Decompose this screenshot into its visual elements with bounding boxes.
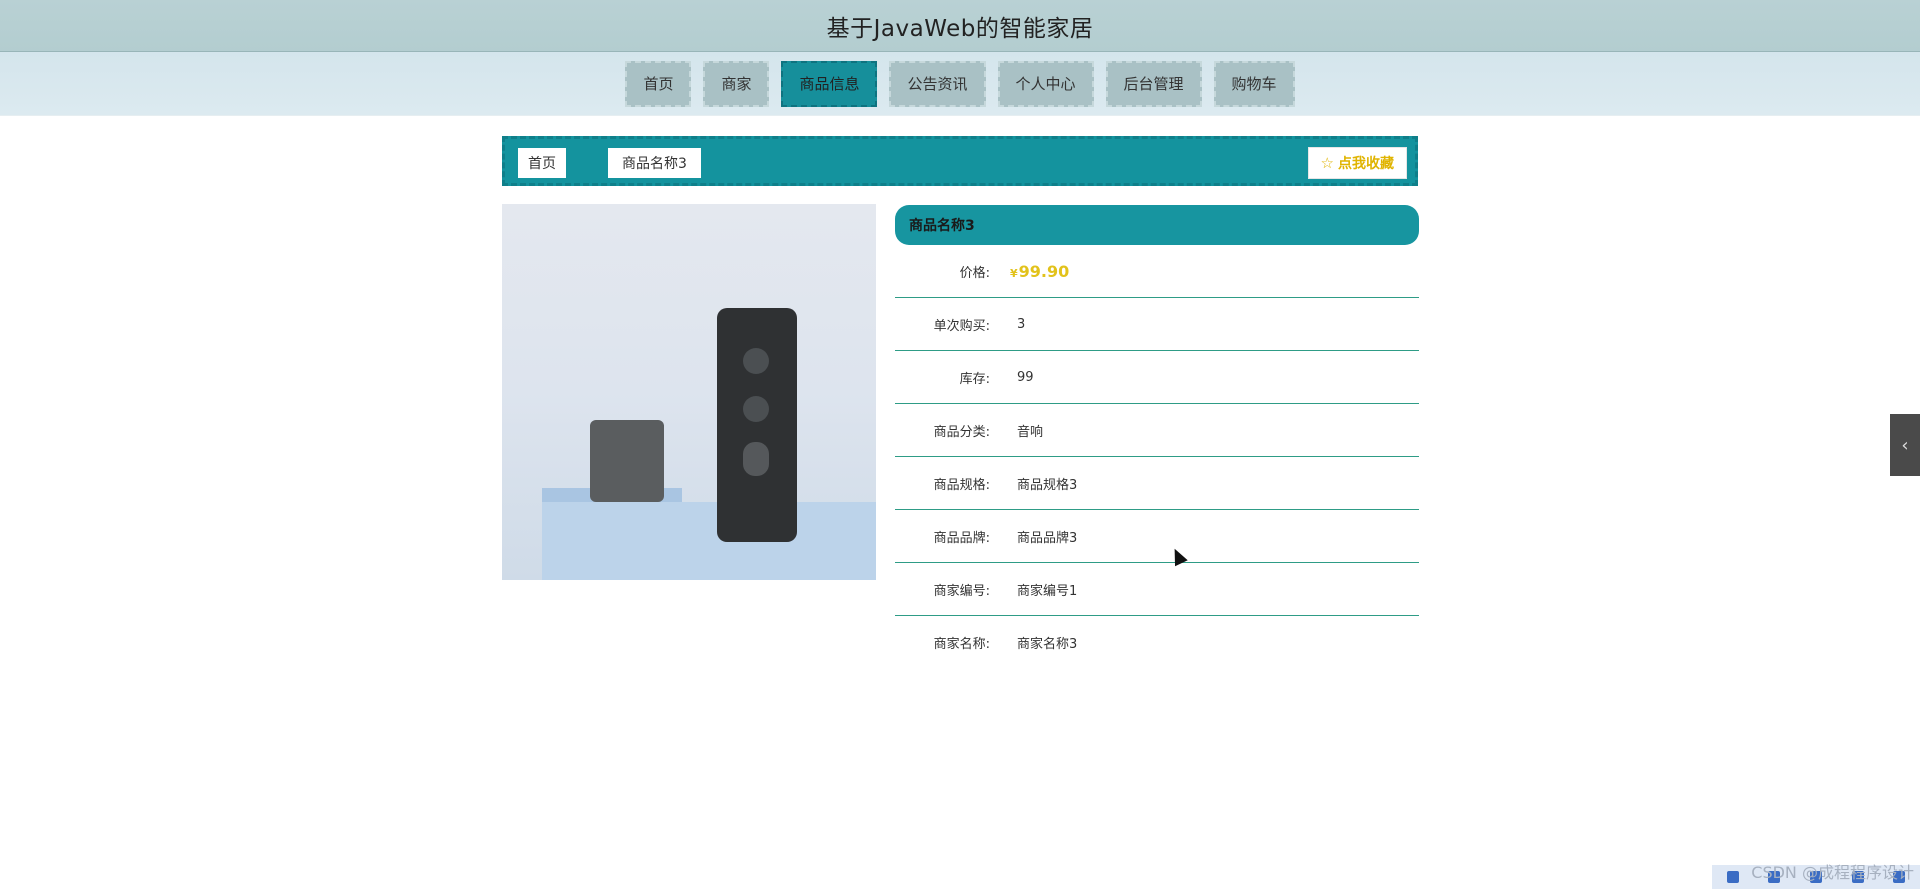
detail-value: 3 <box>1017 316 1026 332</box>
nav-item-news[interactable]: 公告资讯 <box>889 60 986 107</box>
product-image <box>502 204 876 580</box>
detail-row-stock: 库存: 99 <box>895 351 1419 404</box>
watermark: CSDN @成程程序设计 <box>1751 863 1914 882</box>
detail-value: 商家编号1 <box>1017 583 1078 599</box>
detail-row-spec: 商品规格: 商品规格3 <box>895 457 1419 510</box>
detail-value: 99 <box>1017 369 1034 385</box>
breadcrumb: 首页 商品名称3 ☆ 点我收藏 <box>502 136 1418 186</box>
detail-row-brand: 商品品牌: 商品品牌3 <box>895 510 1419 563</box>
detail-row-category: 商品分类: 音响 <box>895 404 1419 457</box>
detail-value: 商品规格3 <box>1017 477 1078 493</box>
detail-label: 商品品牌: <box>933 530 990 546</box>
product-detail: 商品名称3 价格: ¥99.90 单次购买: 3 库存: 99 商品分类: 音响… <box>895 205 1419 669</box>
product-title: 商品名称3 <box>895 205 1419 245</box>
favorite-button[interactable]: ☆ 点我收藏 <box>1307 147 1407 179</box>
product-image-stand <box>542 502 876 580</box>
chevron-left-icon: ‹ <box>1901 434 1909 456</box>
nav-item-cart[interactable]: 购物车 <box>1213 60 1295 107</box>
doorbell-sensor-icon <box>743 396 769 422</box>
detail-value: 商品品牌3 <box>1017 530 1078 546</box>
detail-label: 商品规格: <box>933 477 990 493</box>
product-image-chime <box>590 420 664 502</box>
detail-label: 库存: <box>959 371 990 387</box>
breadcrumb-home[interactable]: 首页 <box>518 148 566 178</box>
detail-row-merchant-name: 商家名称: 商家名称3 <box>895 616 1419 669</box>
detail-row-price: 价格: ¥99.90 <box>895 245 1419 298</box>
detail-row-merchant-id: 商家编号: 商家编号1 <box>895 563 1419 616</box>
product-image-doorbell <box>717 308 797 542</box>
detail-label: 商家名称: <box>933 637 990 652</box>
detail-value: 音响 <box>1017 424 1044 440</box>
main-nav: 首页 商家 商品信息 公告资讯 个人中心 后台管理 购物车 <box>0 52 1920 116</box>
detail-label: 单次购买: <box>933 318 990 334</box>
site-title: 基于JavaWeb的智能家居 <box>826 15 1094 42</box>
detail-label: 商家编号: <box>933 583 990 599</box>
side-panel-toggle[interactable]: ‹ <box>1890 414 1920 476</box>
nav-item-products[interactable]: 商品信息 <box>781 60 878 107</box>
nav-item-merchant[interactable]: 商家 <box>703 60 770 107</box>
breadcrumb-current[interactable]: 商品名称3 <box>608 148 701 178</box>
star-outline-icon: ☆ <box>1320 154 1334 172</box>
detail-row-quantity: 单次购买: 3 <box>895 298 1419 351</box>
nav-item-profile[interactable]: 个人中心 <box>997 60 1094 107</box>
detail-label: 价格: <box>959 265 990 281</box>
site-header: 基于JavaWeb的智能家居 <box>0 0 1920 52</box>
nav-item-home[interactable]: 首页 <box>625 60 692 107</box>
favorite-label: 点我收藏 <box>1338 156 1394 172</box>
doorbell-button-icon <box>743 442 769 476</box>
detail-value: 商家名称3 <box>1017 637 1078 652</box>
nav-item-admin[interactable]: 后台管理 <box>1105 60 1202 107</box>
doorbell-camera-icon <box>743 348 769 374</box>
tray-icon[interactable] <box>1726 871 1739 883</box>
price-value: ¥99.90 <box>1010 261 1070 281</box>
detail-label: 商品分类: <box>933 424 990 440</box>
